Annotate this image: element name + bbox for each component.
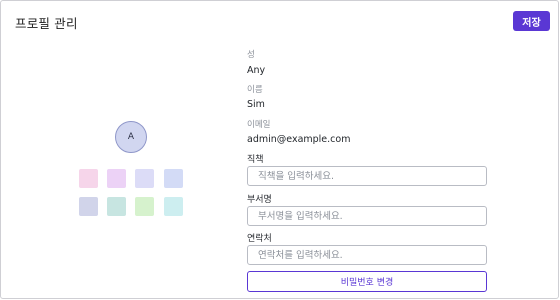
position-label: 직책 [247, 155, 264, 165]
avatar-color-swatch[interactable] [107, 169, 126, 188]
avatar-color-swatch[interactable] [164, 197, 183, 216]
avatar-initial: A [127, 132, 135, 142]
last-name-value: Any [247, 65, 266, 76]
department-label: 부서명 [247, 195, 272, 205]
avatar[interactable]: A [115, 121, 147, 153]
last-name-label: 성 [247, 50, 255, 60]
contact-input[interactable] [247, 245, 487, 265]
email-value: admin@example.com [247, 134, 351, 145]
avatar-color-swatch[interactable] [79, 197, 98, 216]
position-input[interactable] [247, 166, 487, 186]
avatar-color-swatch[interactable] [135, 197, 154, 216]
department-input[interactable] [247, 206, 487, 226]
email-label: 이메일 [247, 120, 271, 130]
avatar-color-swatch[interactable] [135, 169, 154, 188]
first-name-value: Sim [247, 99, 265, 110]
change-password-button[interactable]: 비밀번호 변경 [247, 271, 487, 292]
page-title: 프로필 관리 [15, 16, 78, 31]
profile-card: 프로필 관리 저장 A 성 Any 이름 Sim 이메일 admin@examp… [0, 0, 559, 299]
save-button[interactable]: 저장 [513, 11, 550, 31]
avatar-color-swatch[interactable] [107, 197, 126, 216]
first-name-label: 이름 [247, 85, 263, 95]
avatar-color-swatch[interactable] [79, 169, 98, 188]
avatar-color-swatch[interactable] [164, 169, 183, 188]
contact-label: 연락처 [247, 234, 272, 244]
